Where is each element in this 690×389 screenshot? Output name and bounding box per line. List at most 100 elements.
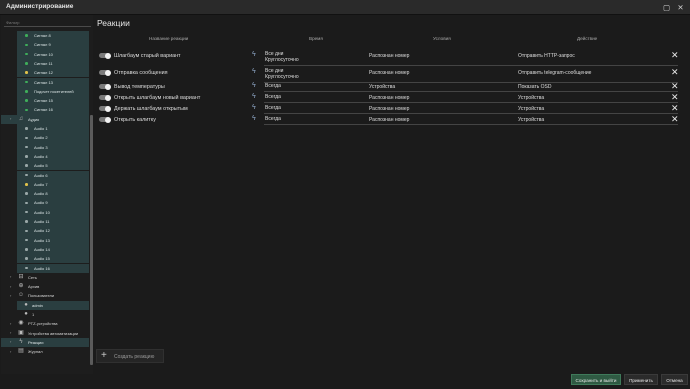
schedule-cell[interactable]: Всегда (265, 94, 281, 100)
delete-reaction-icon[interactable]: ✕ (671, 82, 679, 91)
expand-arrow-icon[interactable]: › (10, 284, 11, 289)
tree-item[interactable]: Audio 15 (17, 254, 89, 264)
lightning-icon[interactable]: ϟ (252, 51, 256, 58)
column-name[interactable]: Название реакции (149, 36, 188, 41)
action-cell[interactable]: Отправить telegram-сообщение (518, 70, 591, 76)
tree-item[interactable]: › ♫ Аудио (1, 114, 89, 124)
lightning-icon[interactable]: ϟ (252, 68, 256, 75)
tree-item[interactable]: › ◉ PTZ-устройства (1, 319, 89, 328)
table-row[interactable]: Держать шлагбаум открытым ϟ Всегда Распозна… (94, 104, 690, 114)
tree-item[interactable]: ● admin (17, 300, 89, 310)
expand-arrow-icon[interactable]: › (10, 321, 11, 326)
add-reaction-button[interactable]: + Создать реакцию (96, 349, 164, 363)
expand-arrow-icon[interactable]: › (10, 339, 11, 344)
tree-item[interactable]: Сигнал 12 (17, 68, 89, 78)
table-row[interactable]: Отправка сообщения ϟ Все дни Круглосуточно Р… (94, 68, 690, 83)
tree-item[interactable]: Сигнал 10 (17, 49, 89, 59)
sidebar-scrollbar[interactable] (90, 115, 93, 365)
enable-toggle[interactable] (99, 69, 111, 76)
tree-item[interactable]: Сигнал 11 (17, 58, 89, 69)
tree-item[interactable]: › ▤ Журнал (1, 347, 89, 356)
expand-arrow-icon[interactable]: › (10, 116, 11, 121)
lightning-icon[interactable]: ϟ (252, 115, 256, 122)
schedule-cell[interactable]: Все дни Круглосуточно (265, 51, 299, 63)
table-row[interactable]: Шлагбаум старый вариант ϟ Все дни Круглосут… (94, 51, 690, 66)
schedule-cell[interactable]: Всегда (265, 83, 281, 89)
tree-item[interactable]: › ☺ Пользователи (1, 291, 89, 300)
tree-item[interactable]: Audio 16 (17, 263, 89, 273)
enable-toggle[interactable] (99, 94, 111, 101)
action-cell[interactable]: Устройства (518, 95, 544, 101)
table-row[interactable]: Вывод температуры ϟ Всегда Устройства Показа… (94, 82, 690, 92)
condition-cell[interactable]: Распознан номер (369, 70, 409, 76)
tree-item[interactable]: Audio 8 (17, 189, 89, 199)
enable-toggle[interactable] (99, 83, 111, 90)
delete-reaction-icon[interactable]: ✕ (671, 51, 679, 60)
table-row[interactable]: Открыть шлагбаум новый вариант ϟ Всегда Рас… (94, 93, 690, 103)
maximize-icon[interactable]: ▢ (661, 2, 672, 13)
table-row[interactable]: Открыть калитку ϟ Всегда Распознан номер Уст… (94, 115, 690, 125)
column-time[interactable]: Время (309, 36, 323, 41)
condition-cell[interactable]: Распознан номер (369, 53, 409, 59)
tree-item[interactable]: › ⊟ Сеть (1, 273, 89, 282)
tree-item[interactable]: › ⊕ Архив (1, 282, 89, 291)
tree-item[interactable]: Audio 3 (17, 142, 89, 152)
tree-item[interactable]: Сигнал 16 (17, 105, 89, 115)
action-cell[interactable]: Устройства (518, 117, 544, 123)
delete-reaction-icon[interactable]: ✕ (671, 104, 679, 113)
expand-arrow-icon[interactable]: › (10, 349, 11, 354)
search-input[interactable]: Фильтр (4, 18, 91, 27)
expand-arrow-icon[interactable]: › (10, 330, 11, 335)
condition-cell[interactable]: Устройства (369, 84, 395, 90)
save-exit-button[interactable]: Сохранить и выйти (571, 374, 621, 385)
enable-toggle[interactable] (99, 116, 111, 123)
tree-item[interactable]: Сигнал 9 (17, 40, 89, 50)
tree-item[interactable]: Audio 9 (17, 198, 89, 208)
tree-item[interactable]: Audio 11 (17, 217, 89, 227)
tree-item[interactable]: Audio 5 (17, 161, 89, 171)
delete-reaction-icon[interactable]: ✕ (671, 93, 679, 102)
tree-item[interactable]: Audio 10 (17, 207, 89, 217)
column-action[interactable]: Действие (577, 36, 597, 41)
tree-item[interactable]: Audio 1 (17, 124, 89, 134)
schedule-cell[interactable]: Все дни Круглосуточно (265, 68, 299, 80)
enable-toggle[interactable] (99, 105, 111, 112)
tree-item[interactable]: Audio 14 (17, 244, 89, 255)
tree-item[interactable]: Audio 6 (17, 170, 89, 180)
action-cell[interactable]: Показать OSD (518, 84, 551, 90)
tree-item[interactable]: Сигнал 8 (17, 31, 89, 41)
enable-toggle[interactable] (99, 52, 111, 59)
action-cell[interactable]: Устройства (518, 106, 544, 112)
expand-arrow-icon[interactable]: › (10, 293, 11, 298)
lightning-icon[interactable]: ϟ (252, 104, 256, 111)
close-icon[interactable]: ✕ (675, 2, 686, 13)
apply-button[interactable]: Применить (624, 374, 658, 385)
delete-reaction-icon[interactable]: ✕ (671, 115, 679, 124)
schedule-cell[interactable]: Всегда (265, 105, 281, 111)
lightning-icon[interactable]: ϟ (252, 93, 256, 100)
cancel-button[interactable]: Отмена (661, 374, 688, 385)
row-divider (264, 91, 678, 92)
expand-arrow-icon[interactable]: › (10, 274, 11, 279)
tree-item[interactable]: Audio 7 (17, 179, 89, 190)
status-dot-icon (25, 164, 28, 167)
tree-item[interactable]: › ▣ Устройства автоматизации (1, 329, 89, 338)
tree-item[interactable]: Audio 4 (17, 151, 89, 162)
tree-item[interactable]: Audio 12 (17, 226, 89, 236)
tree-item[interactable]: › ϟ Реакции (1, 337, 89, 348)
tree-item[interactable]: Подсчет посетителей (17, 86, 89, 97)
tree-item[interactable]: Audio 13 (17, 235, 89, 245)
tree-item[interactable]: ● 1 (17, 310, 89, 319)
condition-cell[interactable]: Распознан номер (369, 106, 409, 112)
action-cell[interactable]: Отправить HTTP-запрос (518, 53, 575, 59)
tree-item[interactable]: Сигнал 13 (17, 77, 89, 87)
tree-item[interactable]: Сигнал 15 (17, 96, 89, 106)
lightning-icon[interactable]: ϟ (252, 82, 256, 89)
condition-cell[interactable]: Распознан номер (369, 117, 409, 123)
schedule-cell[interactable]: Всегда (265, 116, 281, 122)
schedule-line: Всегда (265, 105, 281, 111)
condition-cell[interactable]: Распознан номер (369, 95, 409, 101)
tree-item[interactable]: Audio 2 (17, 133, 89, 143)
column-conditions[interactable]: Условия (433, 36, 451, 41)
delete-reaction-icon[interactable]: ✕ (671, 68, 679, 77)
